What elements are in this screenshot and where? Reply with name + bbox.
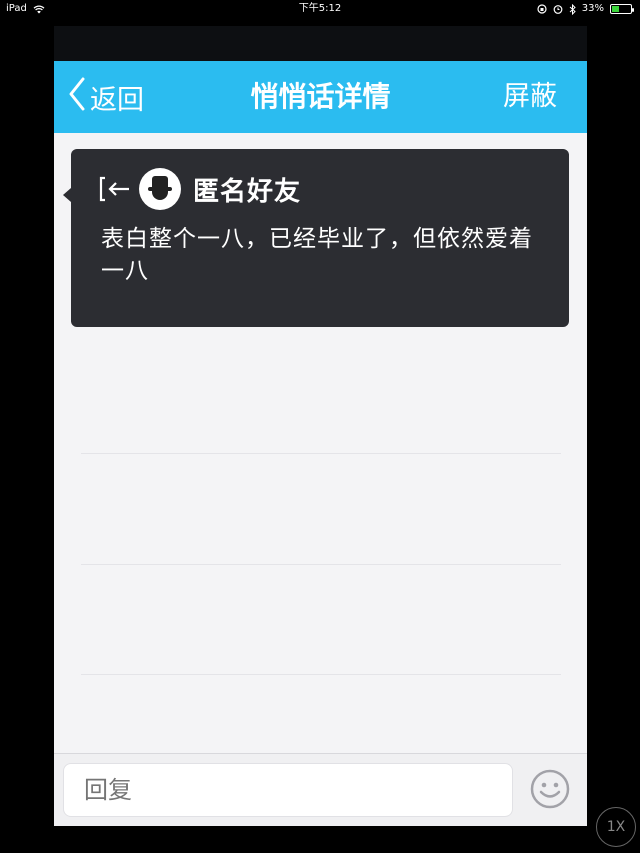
app-screen: 返回 悄悄话详情 屏蔽 匿名好友 表白整个一八，已经毕业了，但依然爱着一八 (54, 26, 587, 826)
message-bubble: 匿名好友 表白整个一八，已经毕业了，但依然爱着一八 (63, 149, 569, 327)
list-divider (81, 453, 561, 454)
nav-bar: 返回 悄悄话详情 屏蔽 (54, 61, 587, 133)
battery-percent: 33% (581, 3, 604, 14)
message-text: 表白整个一八，已经毕业了，但依然爱着一八 (101, 226, 533, 284)
app-top-area (54, 26, 587, 61)
reply-input[interactable] (63, 763, 513, 817)
battery-level-fill (612, 6, 619, 12)
battery-icon (610, 4, 634, 14)
back-label: 返回 (90, 84, 144, 116)
block-button[interactable]: 屏蔽 (503, 61, 557, 133)
back-button[interactable]: 返回 (68, 61, 144, 133)
rotation-lock-icon (537, 4, 547, 14)
zoom-button[interactable]: 1X (596, 807, 636, 847)
list-divider (81, 564, 561, 565)
emoji-icon[interactable] (530, 769, 570, 809)
alarm-icon (553, 4, 563, 14)
exit-icon[interactable] (99, 176, 133, 202)
sender-name: 匿名好友 (193, 176, 302, 207)
message-header: 匿名好友 (99, 168, 301, 210)
list-divider (81, 674, 561, 675)
anonymous-avatar-icon (139, 168, 181, 210)
bluetooth-icon (569, 3, 576, 15)
status-bar: iPad 下午5:12 33% (0, 0, 640, 18)
chevron-left-icon (68, 77, 86, 118)
reply-bar (54, 753, 587, 826)
